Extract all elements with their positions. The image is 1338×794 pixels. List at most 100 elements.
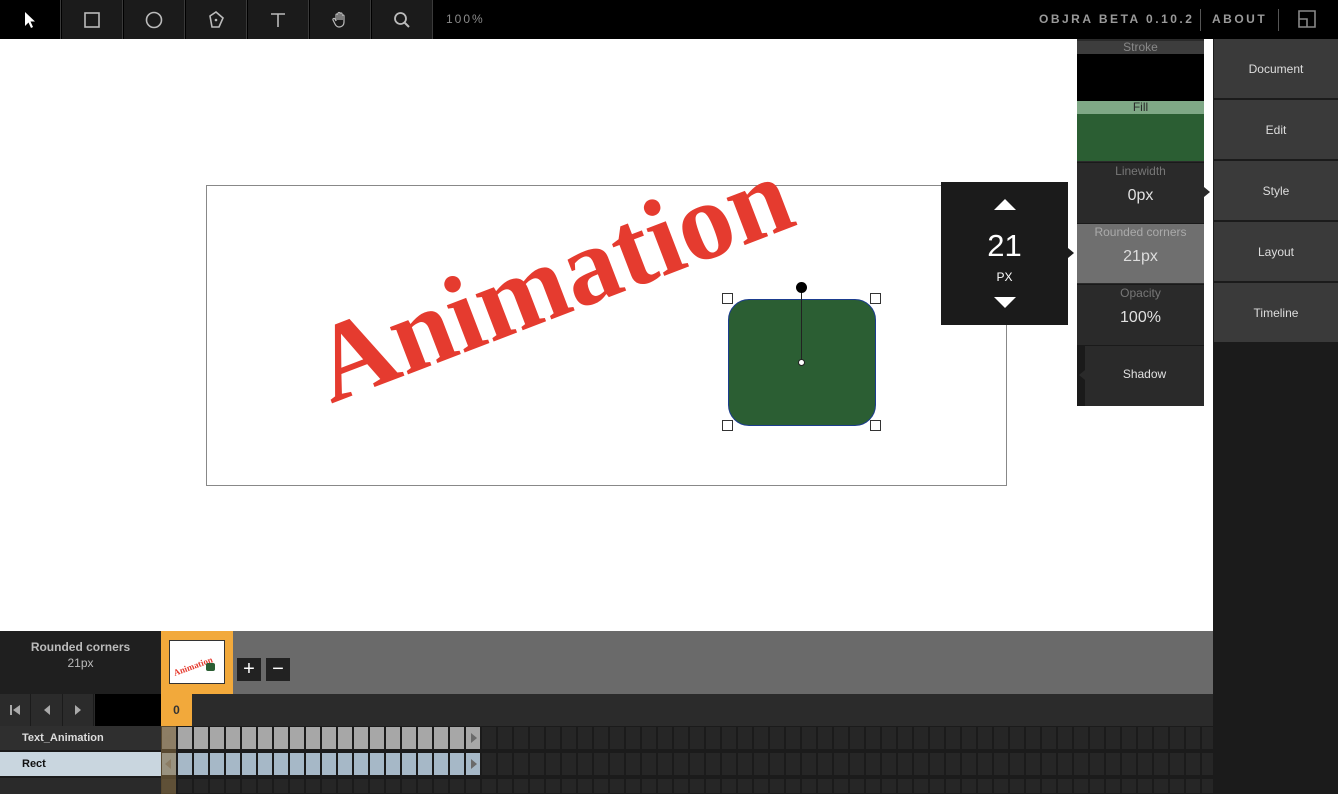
frame-cell[interactable] [546, 753, 560, 775]
ellipse-tool-button[interactable] [124, 0, 185, 39]
frame-cell[interactable] [530, 727, 544, 749]
frame-cell[interactable] [290, 753, 304, 775]
frame-cell[interactable] [370, 753, 384, 775]
zoom-tool-button[interactable] [372, 0, 433, 39]
frame-cell[interactable] [914, 753, 928, 775]
center-point[interactable] [798, 359, 805, 366]
frame-cell[interactable] [578, 779, 592, 793]
frame-cell[interactable] [1090, 727, 1104, 749]
frame-cell[interactable] [850, 727, 864, 749]
frame-cell[interactable] [962, 727, 976, 749]
frame-cell[interactable] [306, 779, 320, 793]
resize-handle-bottom-right[interactable] [870, 420, 881, 431]
frame-cell[interactable] [850, 753, 864, 775]
frame-cell[interactable] [562, 753, 576, 775]
frame-cell[interactable] [178, 727, 192, 749]
frame-cell[interactable] [722, 753, 736, 775]
frame-cell[interactable] [450, 727, 464, 749]
frame-cell[interactable] [850, 779, 864, 793]
frame-cell[interactable] [866, 753, 880, 775]
frame-cell[interactable] [530, 779, 544, 793]
frame-cell[interactable] [274, 727, 288, 749]
frame-cell[interactable] [914, 727, 928, 749]
frame-cell[interactable] [706, 753, 720, 775]
frame-cell[interactable] [434, 753, 448, 775]
stroke-color-swatch[interactable] [1077, 54, 1204, 101]
frame-cell[interactable] [914, 779, 928, 793]
frame-cell[interactable] [1026, 727, 1040, 749]
track-label-text-animation[interactable]: Text_Animation [0, 726, 161, 750]
frame-cell[interactable] [658, 779, 672, 793]
frame-cell[interactable] [434, 727, 448, 749]
frame-cell[interactable] [754, 753, 768, 775]
frame-cell[interactable] [978, 779, 992, 793]
frame-cell[interactable] [930, 753, 944, 775]
frame-cell[interactable] [338, 753, 352, 775]
resize-handle-top-left[interactable] [722, 293, 733, 304]
linewidth-control[interactable]: Linewidth 0px [1077, 162, 1204, 222]
frame-cell[interactable] [242, 727, 256, 749]
frame-cell[interactable] [1170, 727, 1184, 749]
frame-cell[interactable] [1186, 727, 1200, 749]
frame-cell[interactable] [1074, 727, 1088, 749]
frame-cell[interactable] [162, 779, 176, 793]
frame-cell[interactable] [770, 753, 784, 775]
frame-cell[interactable] [1010, 779, 1024, 793]
frame-cell[interactable] [626, 753, 640, 775]
frame-cell[interactable] [194, 779, 208, 793]
frame-cell[interactable] [514, 727, 528, 749]
frame-cell[interactable] [258, 753, 272, 775]
frame-cell[interactable] [786, 779, 800, 793]
frame-cell[interactable] [1026, 779, 1040, 793]
frame-cell[interactable] [210, 727, 224, 749]
frame-cell[interactable] [1186, 779, 1200, 793]
frame-cell[interactable] [1138, 753, 1152, 775]
frame-cell[interactable] [610, 779, 624, 793]
frame-cell[interactable] [770, 727, 784, 749]
frame-cell[interactable] [322, 727, 336, 749]
frame-cell[interactable] [626, 727, 640, 749]
frame-cell[interactable] [930, 727, 944, 749]
frame-cell[interactable] [1026, 753, 1040, 775]
frame-cell[interactable] [418, 727, 432, 749]
frame-cell[interactable] [210, 753, 224, 775]
frame-cell[interactable] [386, 753, 400, 775]
opacity-control[interactable]: Opacity 100% [1077, 284, 1204, 344]
frame-cell[interactable] [1154, 779, 1168, 793]
frame-cell[interactable] [754, 727, 768, 749]
nav-document[interactable]: Document [1214, 39, 1338, 99]
frame-cell[interactable] [338, 779, 352, 793]
frame-cell[interactable] [1154, 727, 1168, 749]
frame-cell[interactable] [242, 753, 256, 775]
frame-cell[interactable] [802, 727, 816, 749]
frame-cell[interactable] [1202, 727, 1213, 749]
frame-cell[interactable] [1138, 727, 1152, 749]
nav-timeline[interactable]: Timeline [1214, 283, 1338, 343]
frame-cell[interactable] [882, 753, 896, 775]
frame-cell[interactable] [930, 779, 944, 793]
frame-cell[interactable] [738, 753, 752, 775]
frame-cell[interactable] [786, 727, 800, 749]
frame-cell[interactable] [642, 727, 656, 749]
frame-cell[interactable] [514, 753, 528, 775]
previous-frame-button[interactable] [32, 694, 63, 726]
frame-cell[interactable] [1170, 779, 1184, 793]
frame-cell[interactable] [434, 779, 448, 793]
frame-cell[interactable] [594, 779, 608, 793]
frame-cell[interactable] [1058, 727, 1072, 749]
frame-cell[interactable] [594, 727, 608, 749]
frame-cell[interactable] [194, 727, 208, 749]
frame-cell[interactable] [290, 779, 304, 793]
frame-cell[interactable] [1074, 753, 1088, 775]
frame-cell[interactable] [1010, 727, 1024, 749]
frame-cell[interactable] [898, 727, 912, 749]
frame-cell[interactable] [1170, 753, 1184, 775]
track-label-rect[interactable]: Rect [0, 752, 161, 776]
frame-cell[interactable] [482, 779, 496, 793]
frame-cell[interactable] [226, 753, 240, 775]
frame-cell[interactable] [1122, 727, 1136, 749]
frame-cell[interactable] [482, 753, 496, 775]
frame-cell[interactable] [818, 727, 832, 749]
hand-tool-button[interactable] [310, 0, 371, 39]
frame-cell[interactable] [738, 779, 752, 793]
